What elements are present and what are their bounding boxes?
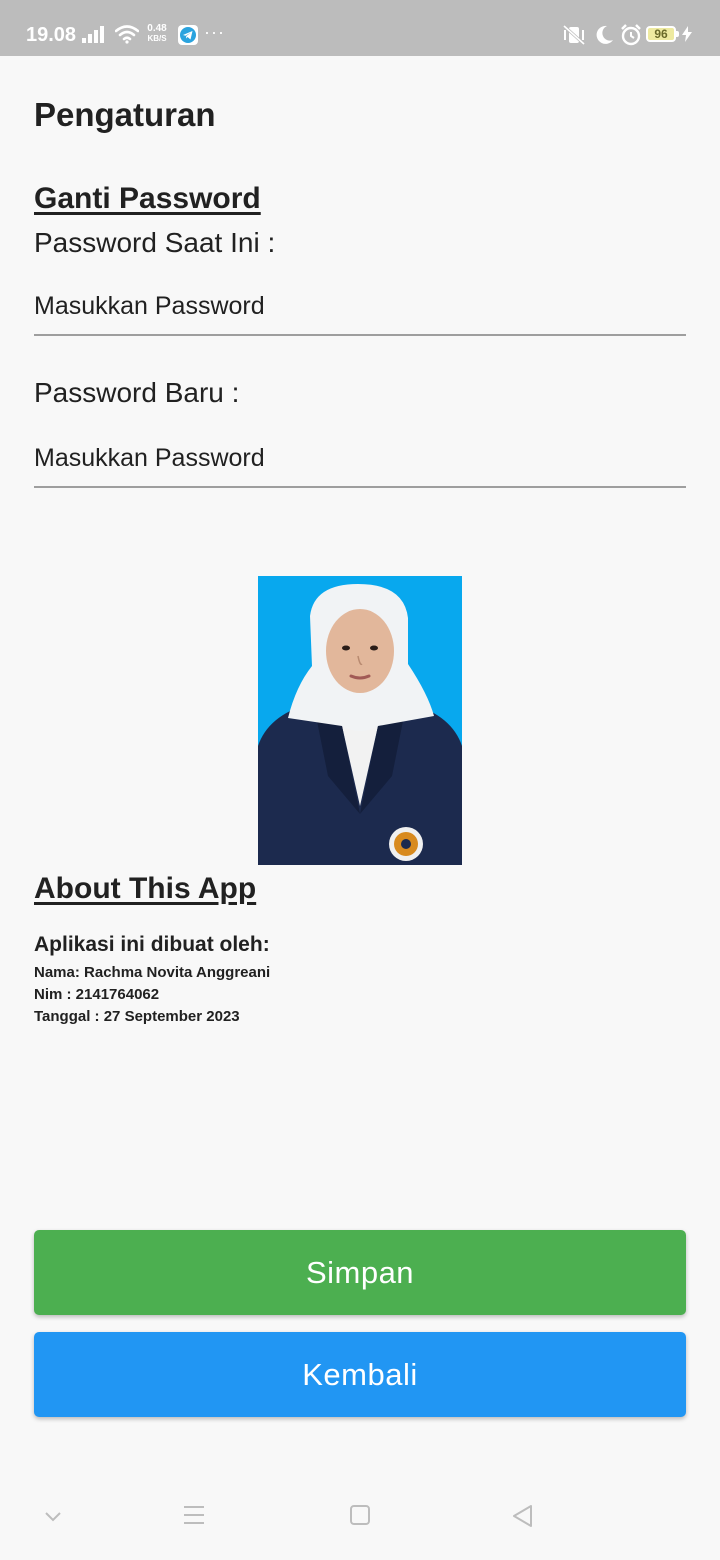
new-password-input[interactable] <box>34 436 686 488</box>
wifi-icon <box>114 24 140 49</box>
about-name: Nama: Rachma Novita Anggreani <box>34 964 271 981</box>
chevron-down-icon[interactable] <box>44 1510 62 1528</box>
navigation-bar <box>0 1480 720 1560</box>
charging-icon <box>682 26 692 47</box>
signal-icon <box>82 25 108 48</box>
back-button[interactable]: Kembali <box>34 1332 686 1417</box>
save-button[interactable]: Simpan <box>34 1230 686 1315</box>
page-title: Pengaturan <box>34 96 216 133</box>
about-date: Tanggal : 27 September 2023 <box>34 1008 240 1025</box>
section-title-about: About This App <box>34 872 257 905</box>
status-bar: 19.08 0.48 KB/S ··· 96 <box>0 0 720 56</box>
profile-photo <box>258 576 462 865</box>
about-nim: Nim : 2141764062 <box>34 986 160 1003</box>
current-password-input[interactable] <box>34 284 686 336</box>
back-triangle-icon[interactable] <box>511 1504 533 1533</box>
square-home-icon[interactable] <box>349 1504 371 1531</box>
vibrate-off-icon <box>562 24 586 51</box>
battery-icon: 96 <box>646 26 679 42</box>
more-notifications-icon: ··· <box>204 22 225 42</box>
network-speed-unit: KB/S <box>147 34 167 43</box>
network-speed: 0.48 KB/S <box>144 24 170 44</box>
alarm-icon <box>620 24 642 51</box>
telegram-icon <box>178 25 198 50</box>
moon-icon <box>594 24 614 51</box>
new-password-label: Password Baru : <box>34 377 240 408</box>
status-time: 19.08 <box>26 24 77 46</box>
current-password-label: Password Saat Ini : <box>34 227 276 258</box>
section-title-change-password: Ganti Password <box>34 182 261 215</box>
about-heading: Aplikasi ini dibuat oleh: <box>34 933 270 956</box>
menu-icon[interactable] <box>182 1504 206 1531</box>
network-speed-value: 0.48 <box>147 23 167 34</box>
